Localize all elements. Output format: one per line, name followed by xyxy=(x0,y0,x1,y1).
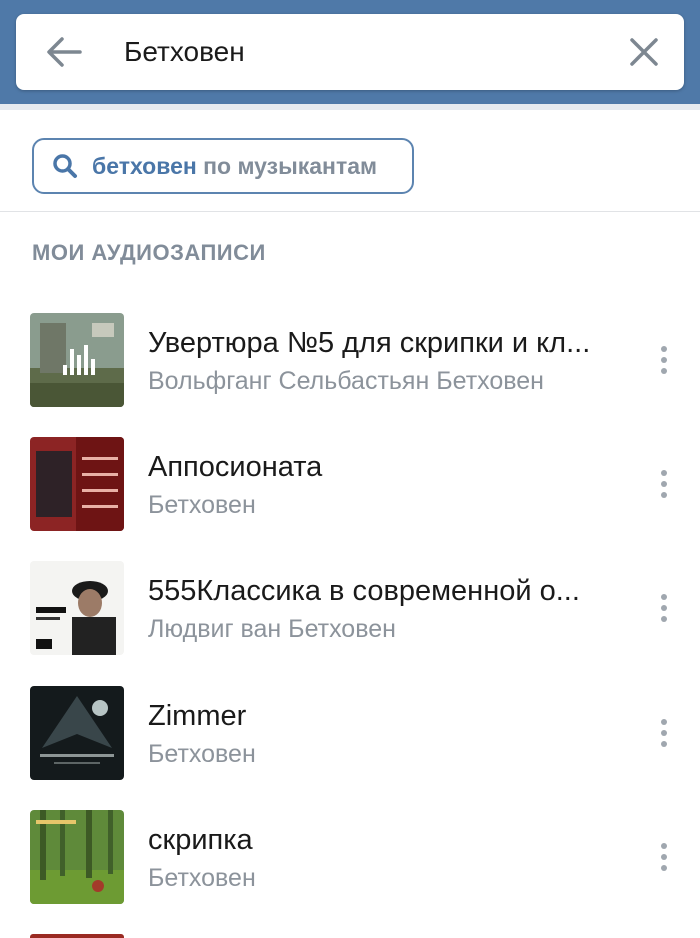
search-box[interactable]: Бетховен xyxy=(16,14,684,90)
chip-label: бетховен по музыкантам xyxy=(92,151,377,181)
album-cover xyxy=(30,561,124,655)
search-icon xyxy=(53,154,77,178)
section-title: МОИ АУДИОЗАПИСИ xyxy=(32,240,266,265)
album-cover xyxy=(30,686,124,780)
search-by-musicians-chip[interactable]: бетховен по музыкантам xyxy=(32,138,414,194)
next-item-cover-peek xyxy=(30,934,124,938)
track-item[interactable]: скрипка Бетховен xyxy=(0,810,700,906)
more-vertical-icon[interactable] xyxy=(656,718,672,748)
more-vertical-icon[interactable] xyxy=(656,469,672,499)
track-title: Аппосионата xyxy=(148,451,323,483)
track-artist: Вольфганг Сельбастьян Бетховен xyxy=(148,367,544,395)
cover-art-dark xyxy=(30,686,124,780)
top-bar-shadow xyxy=(0,104,700,110)
track-item[interactable]: Zimmer Бетховен xyxy=(0,686,700,782)
chip-query: бетховен xyxy=(92,153,197,179)
track-title: Увертюра №5 для скрипки и кл... xyxy=(148,327,591,359)
track-item[interactable]: Аппосионата Бетховен xyxy=(0,437,700,533)
close-icon[interactable] xyxy=(628,36,660,68)
track-title: Zimmer xyxy=(148,700,247,732)
cover-art-portrait xyxy=(30,561,124,655)
cover-art-forest xyxy=(30,810,124,904)
track-title: 555Классика в современной о... xyxy=(148,575,580,607)
chip-suffix: по музыкантам xyxy=(196,153,378,179)
more-vertical-icon[interactable] xyxy=(656,842,672,872)
track-artist: Бетховен xyxy=(148,864,256,892)
arrow-left-icon[interactable] xyxy=(44,34,84,70)
track-title: скрипка xyxy=(148,824,253,856)
album-cover xyxy=(30,810,124,904)
track-item[interactable]: Увертюра №5 для скрипки и кл... Вольфган… xyxy=(0,313,700,409)
search-input[interactable]: Бетховен xyxy=(124,34,245,70)
more-vertical-icon[interactable] xyxy=(656,593,672,623)
more-vertical-icon[interactable] xyxy=(656,345,672,375)
track-artist: Бетховен xyxy=(148,491,256,519)
track-artist: Бетховен xyxy=(148,740,256,768)
divider xyxy=(0,211,700,212)
cover-art-red xyxy=(30,437,124,531)
album-cover xyxy=(30,437,124,531)
track-item[interactable]: 555Классика в современной о... Людвиг ва… xyxy=(0,561,700,657)
track-artist: Людвиг ван Бетховен xyxy=(148,615,396,643)
album-cover xyxy=(30,313,124,407)
equalizer-icon xyxy=(63,345,95,375)
